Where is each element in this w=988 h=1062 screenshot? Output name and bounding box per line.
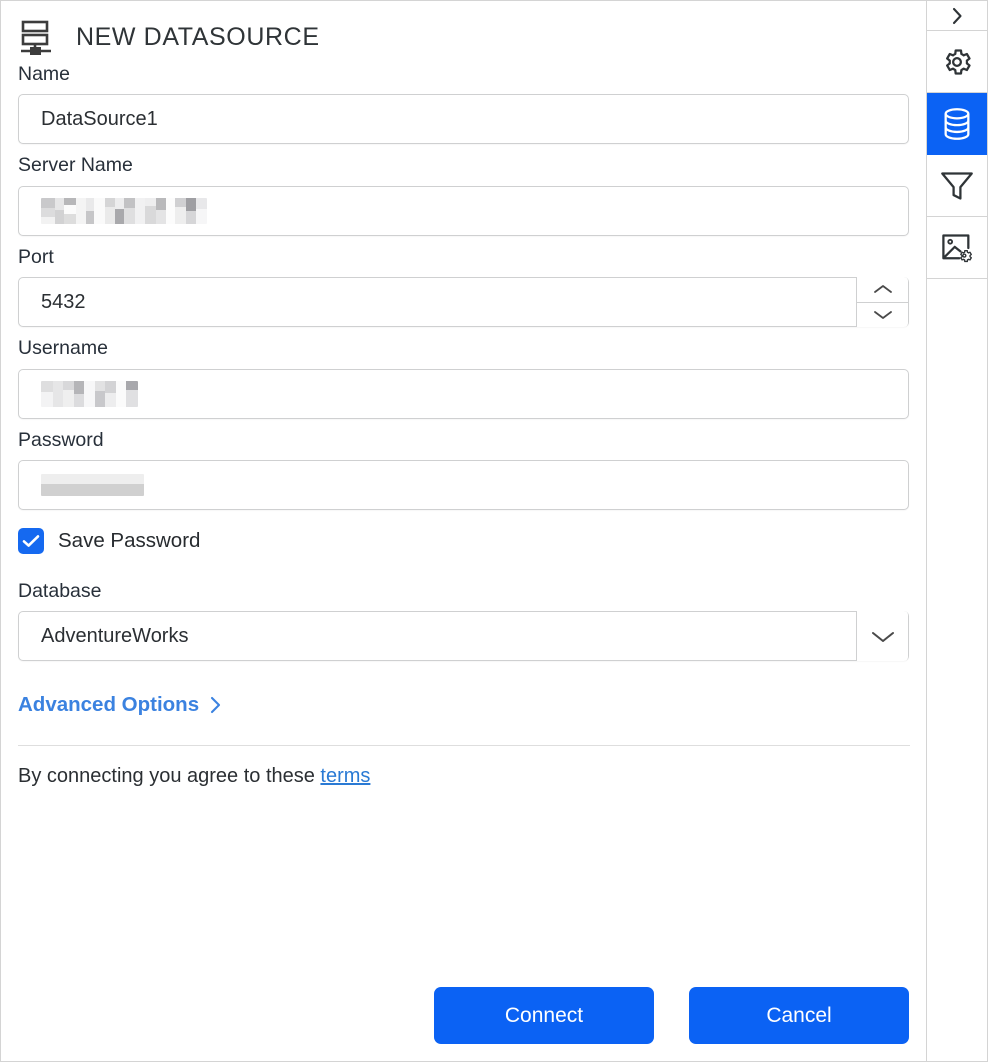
image-gear-icon xyxy=(942,233,972,262)
database-icon xyxy=(944,107,970,140)
chevron-down-icon xyxy=(873,311,892,320)
database-select-value[interactable] xyxy=(19,611,856,662)
sidebar-item-expand-panel[interactable] xyxy=(927,1,987,31)
new-datasource-dialog: NEW DATASOURCE Name Server Name xyxy=(0,0,988,1062)
advanced-options-label: Advanced Options xyxy=(18,693,200,717)
chevron-up-icon xyxy=(873,285,892,293)
datasource-form-panel: NEW DATASOURCE Name Server Name xyxy=(0,0,926,1062)
advanced-options-link[interactable]: Advanced Options xyxy=(18,693,223,717)
field-password: Password xyxy=(18,429,909,510)
sidebar-item-settings[interactable] xyxy=(927,31,987,93)
database-select-wrap[interactable] xyxy=(18,611,909,662)
name-label: Name xyxy=(18,63,71,85)
port-decrement-button[interactable] xyxy=(857,302,908,328)
username-label: Username xyxy=(18,337,108,360)
terms-link[interactable]: terms xyxy=(320,765,370,787)
sidebar-empty-area xyxy=(927,279,987,1061)
password-redacted-value[interactable] xyxy=(41,473,144,496)
field-name: Name xyxy=(18,63,909,145)
footer-divider xyxy=(18,745,910,747)
server-name-redacted-value[interactable] xyxy=(41,197,207,224)
server-name-label: Server Name xyxy=(18,154,133,177)
terms-text: By connecting you agree to these xyxy=(18,765,321,788)
terms-row: By connecting you agree to these terms xyxy=(18,765,909,788)
connect-button[interactable]: Connect xyxy=(434,987,654,1044)
field-server-name: Server Name xyxy=(18,154,909,236)
database-label: Database xyxy=(18,579,102,602)
port-input[interactable] xyxy=(19,277,856,328)
username-redacted-value[interactable] xyxy=(41,380,138,407)
chevron-right-icon xyxy=(952,7,962,24)
password-input-wrap[interactable] xyxy=(18,459,909,510)
save-password-row[interactable]: Save Password xyxy=(18,527,201,554)
datasource-server-icon xyxy=(18,18,58,58)
dialog-header: NEW DATASOURCE xyxy=(18,1,909,63)
save-password-checkbox[interactable] xyxy=(18,527,44,554)
chevron-right-icon xyxy=(211,697,221,714)
database-dropdown-button[interactable] xyxy=(856,611,908,662)
username-input-wrap[interactable] xyxy=(18,368,909,419)
sidebar-item-image-settings[interactable] xyxy=(927,217,987,279)
field-username: Username xyxy=(18,337,909,419)
page-title: NEW DATASOURCE xyxy=(76,23,320,51)
dialog-actions: Connect Cancel xyxy=(18,987,909,1044)
port-spinner[interactable] xyxy=(856,277,908,328)
funnel-icon xyxy=(941,171,973,200)
name-input-wrap[interactable] xyxy=(18,94,909,145)
field-port: Port xyxy=(18,245,909,328)
name-input[interactable] xyxy=(19,94,908,145)
field-database: Database xyxy=(18,579,909,662)
chevron-down-icon xyxy=(871,631,894,642)
save-password-label: Save Password xyxy=(58,528,201,552)
sidebar-item-filter[interactable] xyxy=(927,155,987,217)
right-toolbar xyxy=(926,0,988,1062)
checkmark-icon xyxy=(22,535,40,547)
gear-icon xyxy=(946,48,971,75)
port-increment-button[interactable] xyxy=(857,277,908,303)
port-input-wrap[interactable] xyxy=(18,277,909,328)
port-label: Port xyxy=(18,245,54,268)
cancel-button[interactable]: Cancel xyxy=(689,987,909,1044)
server-name-input-wrap[interactable] xyxy=(18,185,909,236)
password-label: Password xyxy=(18,428,104,451)
sidebar-item-datasource[interactable] xyxy=(927,93,987,155)
